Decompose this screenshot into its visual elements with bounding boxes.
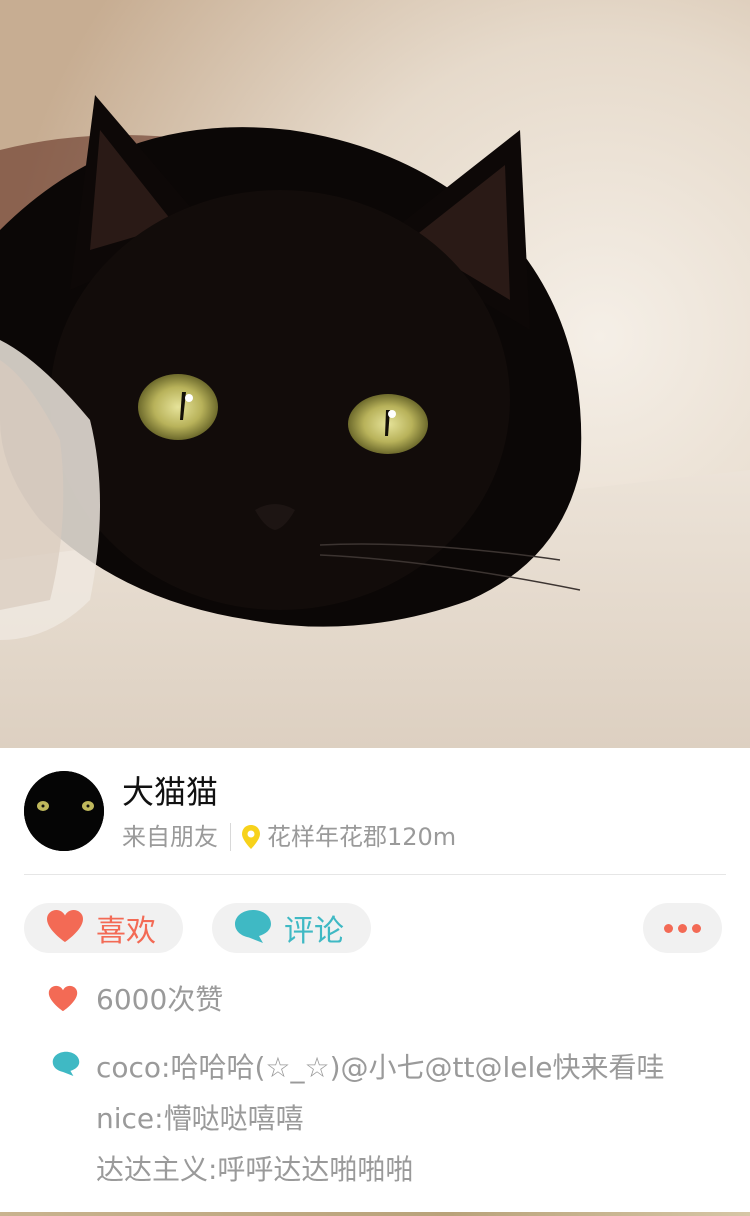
likes-count[interactable]: 6000次赞: [96, 980, 223, 1020]
meta-divider: [230, 823, 231, 851]
post-photo[interactable]: [0, 0, 750, 748]
post-meta: 来自朋友 花样年花郡120m: [122, 820, 456, 854]
likes-summary: 6000次赞: [48, 980, 223, 1020]
black-cat-image: [0, 0, 750, 748]
comment-item[interactable]: nice:懵哒哒嘻嘻: [96, 1093, 665, 1144]
divider-line: [24, 874, 726, 875]
speech-bubble-icon: [234, 908, 272, 948]
heart-icon: [46, 909, 84, 947]
like-button-label: 喜欢: [96, 914, 156, 949]
post-source: 来自朋友: [122, 823, 218, 851]
black-cat-avatar: [24, 771, 104, 851]
comment-button[interactable]: 评论: [212, 903, 371, 953]
bottom-edge: [0, 1212, 750, 1216]
more-dots-icon: [664, 923, 701, 933]
comment-button-label: 评论: [284, 914, 344, 949]
comment-item[interactable]: 达达主义:呼呼达达啪啪啪: [96, 1144, 665, 1195]
comment-item[interactable]: coco:哈哈哈(☆_☆)@小七@tt@lele快来看哇: [96, 1042, 665, 1093]
more-button[interactable]: [643, 903, 722, 953]
avatar[interactable]: [24, 771, 104, 851]
heart-icon: [48, 985, 78, 1016]
comments-section: coco:哈哈哈(☆_☆)@小七@tt@lele快来看哇 nice:懵哒哒嘻嘻 …: [52, 1042, 665, 1195]
post-detail-page: 大猫猫 来自朋友 花样年花郡120m 喜欢 评论 6000次赞 coco:哈哈哈…: [0, 0, 750, 1216]
location-pin-icon: [241, 824, 261, 850]
comment-list: coco:哈哈哈(☆_☆)@小七@tt@lele快来看哇 nice:懵哒哒嘻嘻 …: [96, 1042, 665, 1195]
post-location[interactable]: 花样年花郡120m: [267, 820, 456, 854]
like-button[interactable]: 喜欢: [24, 903, 183, 953]
username[interactable]: 大猫猫: [122, 770, 218, 814]
speech-bubble-icon: [52, 1050, 80, 1081]
